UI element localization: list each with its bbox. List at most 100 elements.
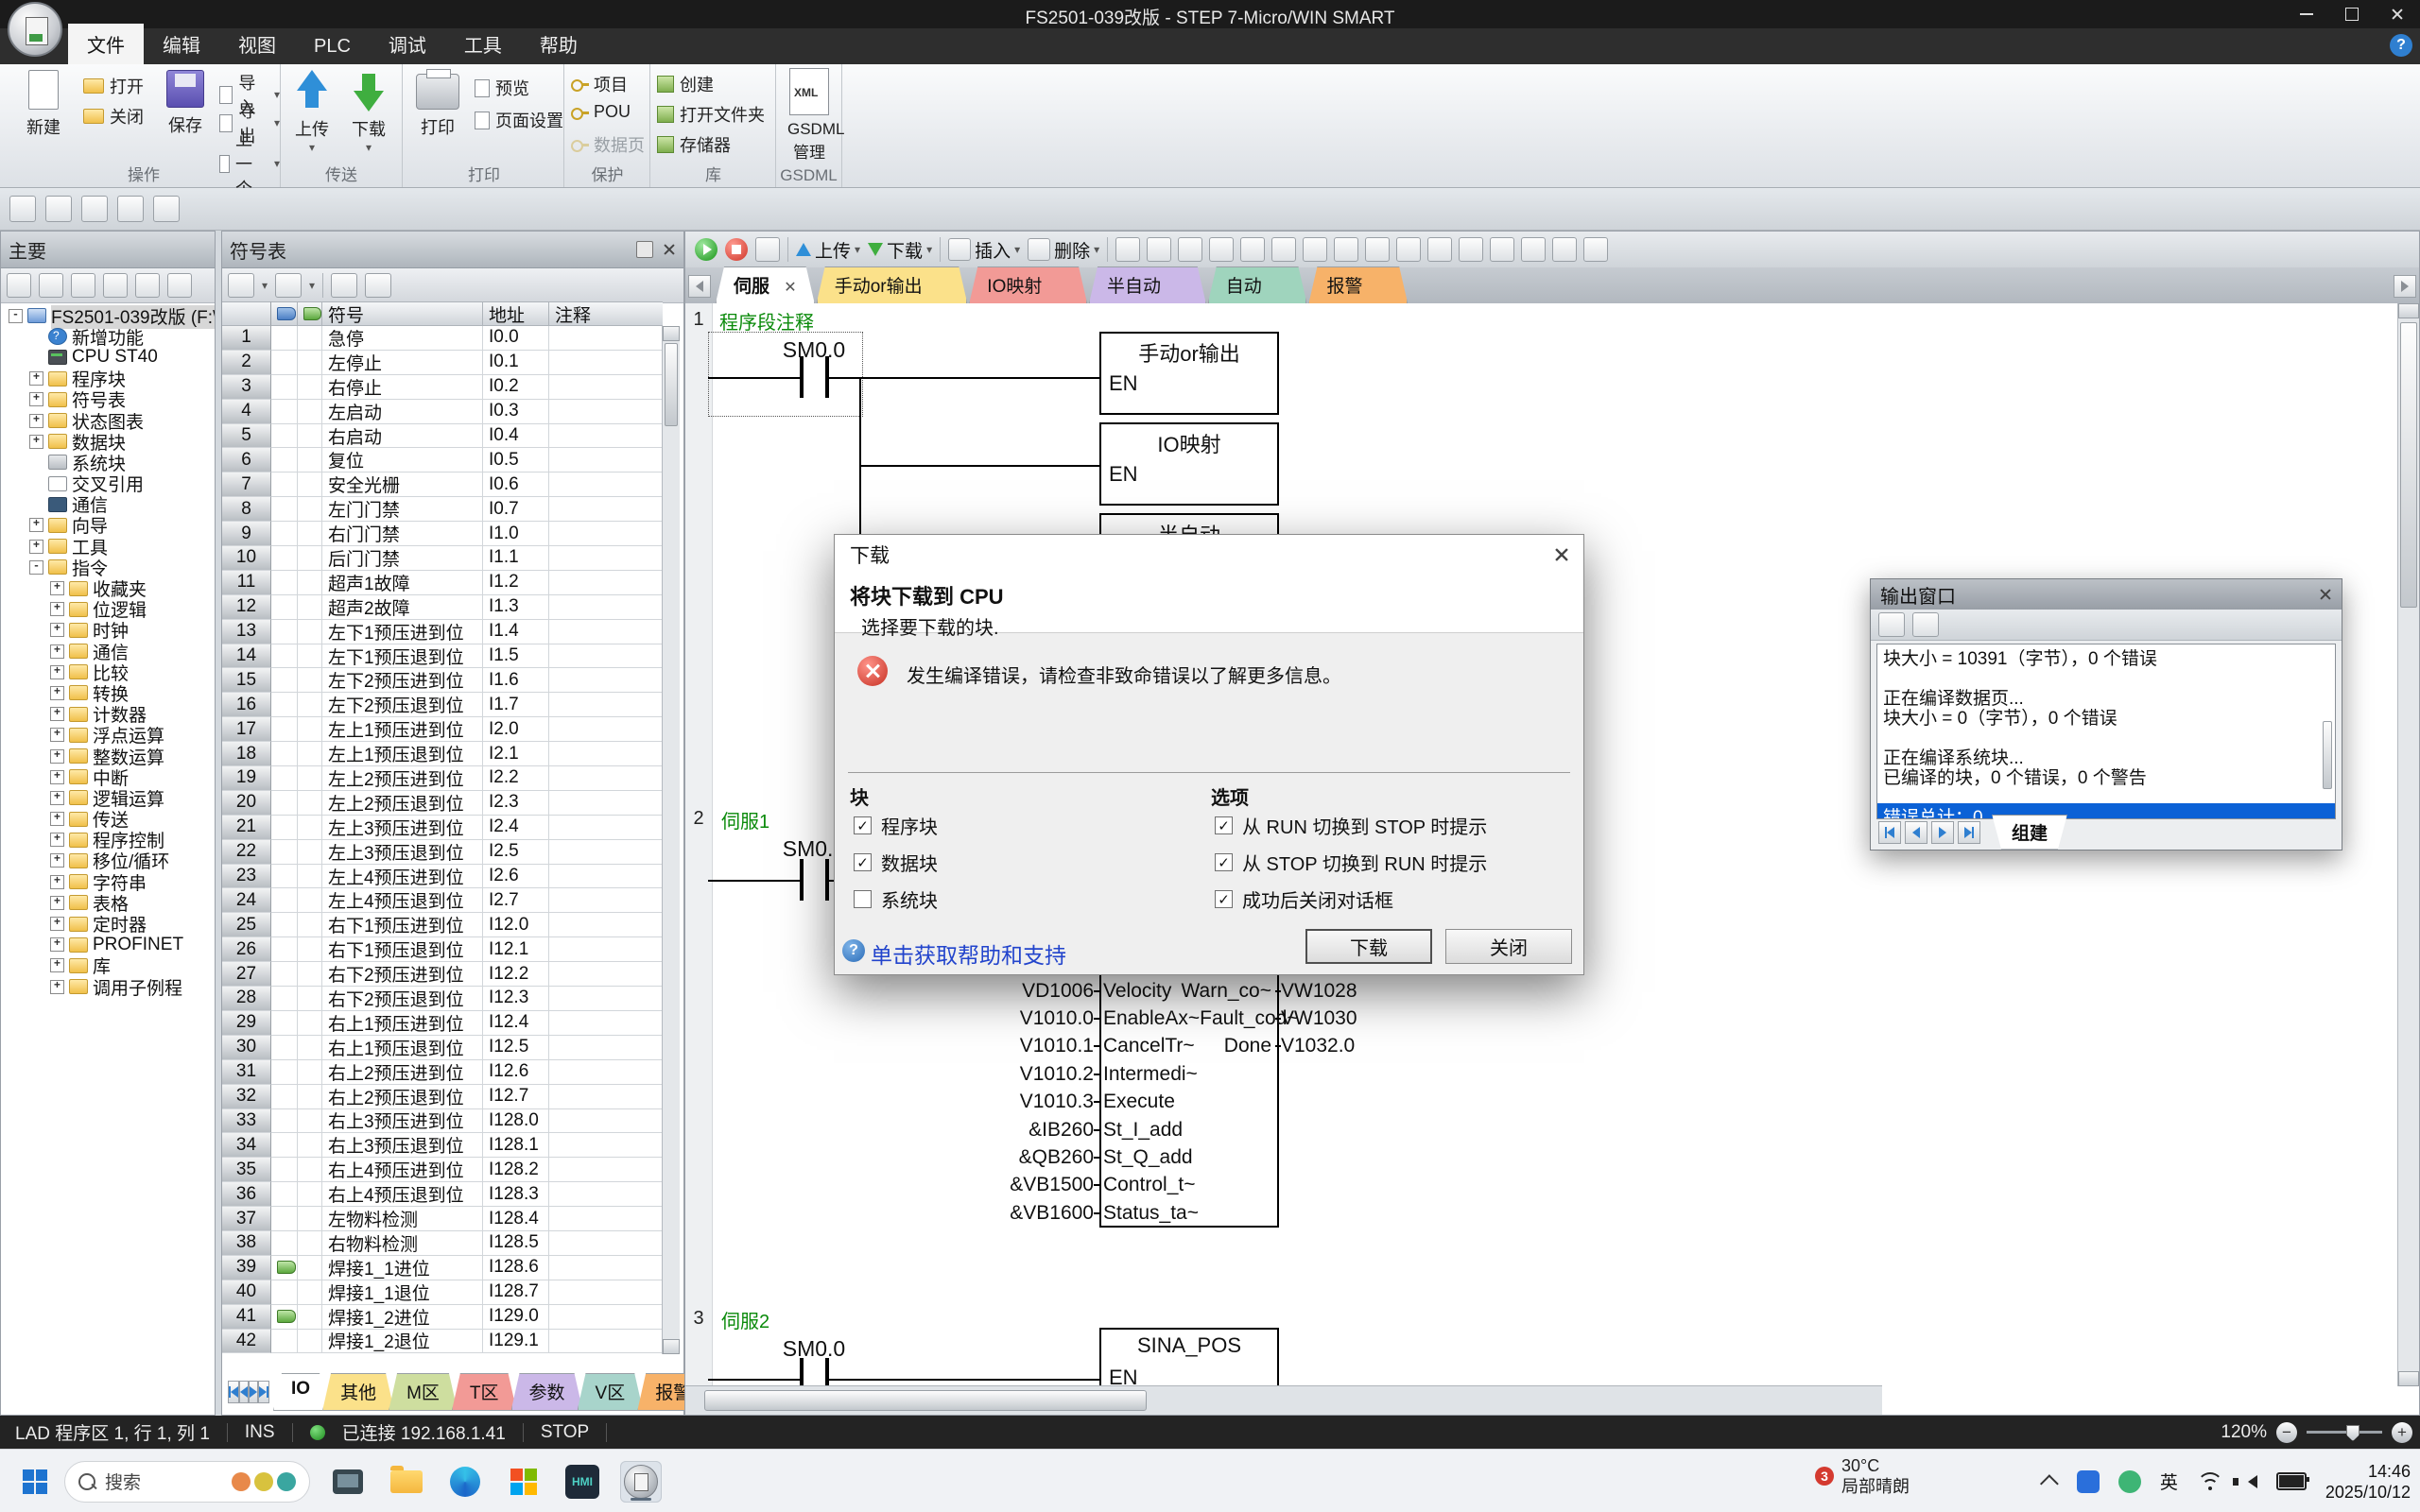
next-tab-button[interactable]	[249, 1381, 258, 1403]
symbol-table-tab[interactable]: M区	[389, 1373, 458, 1411]
open-button[interactable]: 打开	[83, 74, 144, 98]
battery-icon[interactable]	[2276, 1472, 2307, 1490]
checkbox-row[interactable]: ✓ 系统块	[854, 885, 938, 913]
checkbox-row[interactable]: ✓ 从 RUN 切换到 STOP 时提示	[1215, 812, 1487, 839]
zoom-slider[interactable]	[2307, 1431, 2382, 1434]
output-log[interactable]: 块大小 = 10391（字节），0 个错误正在编译数据页...块大小 = 0（字…	[1876, 644, 2336, 819]
delete-button[interactable]: 删除▾	[1028, 237, 1099, 263]
first-tab-button[interactable]	[228, 1381, 239, 1403]
prev-tab-button[interactable]	[239, 1381, 249, 1403]
symbol-row[interactable]: 34 右上3预压退到位 I128.1	[222, 1133, 663, 1158]
block-pin-row[interactable]: &IB260 St_I_add	[984, 1116, 1428, 1143]
contact-operand[interactable]: SM0.0	[769, 1336, 859, 1362]
column-header-comment[interactable]: 注释	[549, 301, 663, 326]
network-comment[interactable]: 伺服1	[721, 806, 769, 833]
tray-expand-icon[interactable]	[2040, 1474, 2059, 1493]
wifi-icon[interactable]	[2197, 1472, 2223, 1491]
expand-icon[interactable]	[50, 770, 64, 784]
symbol-row[interactable]: 12 超声2故障 I1.3	[222, 595, 663, 620]
clock[interactable]: 14:46 2025/10/12	[2325, 1461, 2411, 1503]
save-button[interactable]: 保存	[157, 70, 214, 137]
symbol-row[interactable]: 41 焊接1_2进位 I129.0	[222, 1305, 663, 1330]
editor-toolbar-icon[interactable]	[1552, 237, 1577, 262]
symbol-row[interactable]: 29 右上1预压进到位 I12.4	[222, 1011, 663, 1036]
symbol-row[interactable]: 38 右物料检测 I128.5	[222, 1231, 663, 1256]
column-header-address[interactable]: 地址	[483, 301, 549, 326]
symbol-table-tab[interactable]: 参数	[511, 1373, 583, 1411]
create-library-button[interactable]: 创建	[657, 72, 714, 96]
editor-toolbar-icon[interactable]	[1303, 237, 1327, 262]
upload-button[interactable]: 上传▾	[286, 70, 337, 154]
expand-icon[interactable]	[50, 602, 64, 616]
checkbox-row[interactable]: ✓ 程序块	[854, 812, 938, 839]
expand-icon[interactable]	[29, 371, 43, 386]
symbol-table-tab[interactable]: T区	[452, 1373, 517, 1411]
expand-icon[interactable]	[50, 644, 64, 659]
scroll-down-arrow[interactable]	[663, 1339, 680, 1354]
block-pin-row[interactable]: V1010.0 EnableAx~ Fault_cod~ VW1030	[984, 1005, 1428, 1032]
expand-icon[interactable]	[50, 749, 64, 764]
protect-pou-button[interactable]: POU	[571, 102, 631, 122]
symbol-row[interactable]: 4 左启动 I0.3	[222, 400, 663, 424]
expand-icon[interactable]	[50, 917, 64, 931]
checkbox-row[interactable]: ✓ 数据块	[854, 849, 938, 876]
expand-icon[interactable]	[50, 875, 64, 889]
help-icon[interactable]: ?	[842, 939, 865, 962]
expand-icon[interactable]	[9, 309, 23, 323]
tree-toolbar-icon[interactable]	[135, 273, 160, 298]
editor-toolbar-icon[interactable]	[1427, 237, 1452, 262]
column-header-symbol[interactable]: 符号	[322, 301, 483, 326]
insert-button[interactable]: 插入▾	[948, 237, 1020, 263]
function-block[interactable]: IO映射 EN	[1099, 422, 1279, 506]
expand-icon[interactable]	[29, 540, 43, 554]
expand-icon[interactable]	[29, 392, 43, 406]
block-pin-row[interactable]: VD1006 Velocity Warn_co~ VW1028	[984, 977, 1428, 1005]
symbol-row[interactable]: 24 左上4预压退到位 I2.7	[222, 888, 663, 913]
checkbox[interactable]: ✓	[854, 816, 872, 834]
symbol-row[interactable]: 5 右启动 I0.4	[222, 424, 663, 449]
editor-hscrollbar[interactable]	[685, 1385, 1882, 1415]
expand-icon[interactable]	[50, 937, 64, 952]
expand-icon[interactable]	[29, 518, 43, 532]
zoom-in-button[interactable]: +	[2392, 1422, 2412, 1443]
dialog-download-button[interactable]: 下载	[1305, 929, 1432, 964]
menu-item[interactable]: 编辑	[144, 24, 219, 64]
close-panel-icon[interactable]	[663, 243, 676, 256]
symbol-table-scrollbar[interactable]	[662, 326, 680, 1354]
output-scrollbar[interactable]	[2321, 645, 2334, 816]
symbol-row[interactable]: 28 右下2预压退到位 I12.3	[222, 987, 663, 1011]
insert-symbol-icon[interactable]	[228, 273, 254, 298]
editor-toolbar-icon[interactable]	[1209, 237, 1234, 262]
symbol-row[interactable]: 23 左上4预压进到位 I2.6	[222, 865, 663, 889]
editor-toolbar-icon[interactable]	[1583, 237, 1608, 262]
dialog-close-button[interactable]: 关闭	[1445, 929, 1572, 964]
tab-scroll-right[interactable]	[2394, 275, 2416, 298]
close-project-button[interactable]: 关闭	[83, 104, 144, 129]
block-pin-row[interactable]: V1010.2 Intermedi~	[984, 1060, 1428, 1088]
tray-app-blue-icon[interactable]	[2077, 1470, 2100, 1493]
taskbar-app-hmi[interactable]: HMI	[562, 1461, 603, 1503]
symbol-row[interactable]: 19 左上2预压进到位 I2.2	[222, 766, 663, 791]
editor-toolbar-icon[interactable]	[1271, 237, 1296, 262]
symbol-row[interactable]: 17 左上1预压进到位 I2.0	[222, 717, 663, 742]
search-input[interactable]: 搜索	[64, 1461, 310, 1503]
checkbox[interactable]: ✓	[854, 853, 872, 871]
contact-operand[interactable]: SM0.0	[769, 337, 859, 363]
weather-widget[interactable]: 3 30°C 局部晴朗	[1815, 1455, 1910, 1497]
menu-item[interactable]: 调试	[370, 24, 445, 64]
expand-icon[interactable]	[50, 958, 64, 972]
minimize-button[interactable]	[2284, 0, 2329, 28]
symbol-row[interactable]: 11 超声1故障 I1.2	[222, 571, 663, 595]
expand-icon[interactable]	[29, 414, 43, 428]
symbol-table-tab[interactable]: IO	[273, 1373, 328, 1411]
symbol-row[interactable]: 7 安全光栅 I0.6	[222, 472, 663, 497]
editor-toolbar-icon[interactable]	[1521, 237, 1546, 262]
menu-item[interactable]: PLC	[295, 29, 370, 64]
symbol-row[interactable]: 39 焊接1_1进位 I128.6	[222, 1256, 663, 1280]
scrollbar-thumb[interactable]	[2400, 322, 2417, 608]
symbol-row[interactable]: 1 急停 I0.0	[222, 326, 663, 351]
block-pin-row[interactable]: V1010.3 Execute	[984, 1089, 1428, 1116]
first-tab-button[interactable]	[1878, 821, 1901, 844]
taskbar-app-explorer[interactable]	[386, 1461, 427, 1503]
menu-item[interactable]: 工具	[445, 24, 521, 64]
